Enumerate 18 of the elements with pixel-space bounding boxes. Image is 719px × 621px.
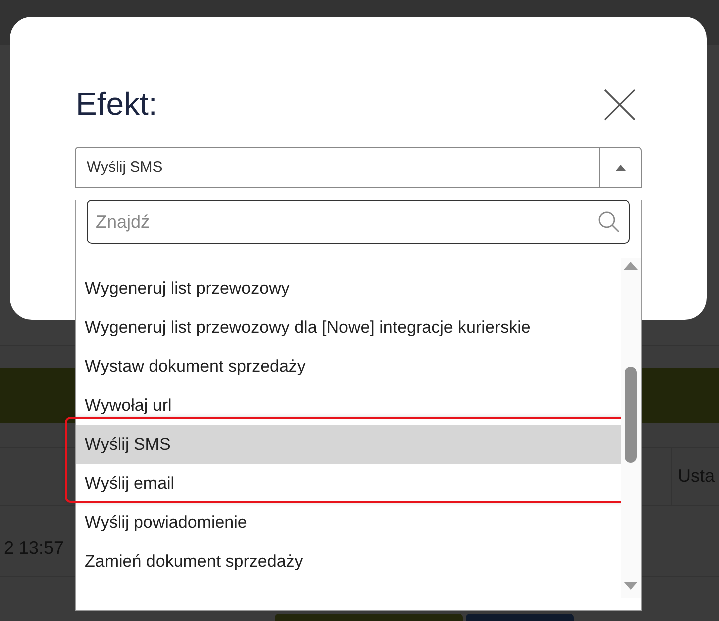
dropdown-option[interactable]: Wystaw dokument sprzedaży bbox=[76, 347, 621, 386]
search-field[interactable]: Znajdź bbox=[87, 200, 630, 244]
scroll-down-icon[interactable] bbox=[624, 582, 638, 590]
scrollbar[interactable] bbox=[621, 258, 641, 598]
dropdown-option[interactable]: Zamień dokument sprzedaży bbox=[76, 542, 621, 581]
dropdown-option[interactable]: Wygeneruj list przewozowy dla [Nowe] integracje kurierskie bbox=[76, 308, 621, 347]
scroll-thumb[interactable] bbox=[625, 367, 637, 463]
dialog-title: Efekt: bbox=[76, 86, 158, 123]
caret-up-icon bbox=[616, 164, 626, 170]
close-icon[interactable] bbox=[604, 88, 636, 120]
dropdown-option[interactable]: Wygeneruj list przewozowy bbox=[76, 269, 621, 308]
dropdown-option[interactable]: Wyślij SMS bbox=[76, 425, 621, 464]
scroll-up-icon[interactable] bbox=[624, 262, 638, 270]
search-icon bbox=[598, 211, 620, 233]
dropdown-option[interactable]: Wyślij powiadomienie bbox=[76, 503, 621, 542]
select-field[interactable]: Wyślij SMS bbox=[75, 147, 642, 188]
dropdown-option[interactable]: Wywołaj url bbox=[76, 386, 621, 425]
dropdown-option[interactable]: Wyślij email bbox=[76, 464, 621, 503]
